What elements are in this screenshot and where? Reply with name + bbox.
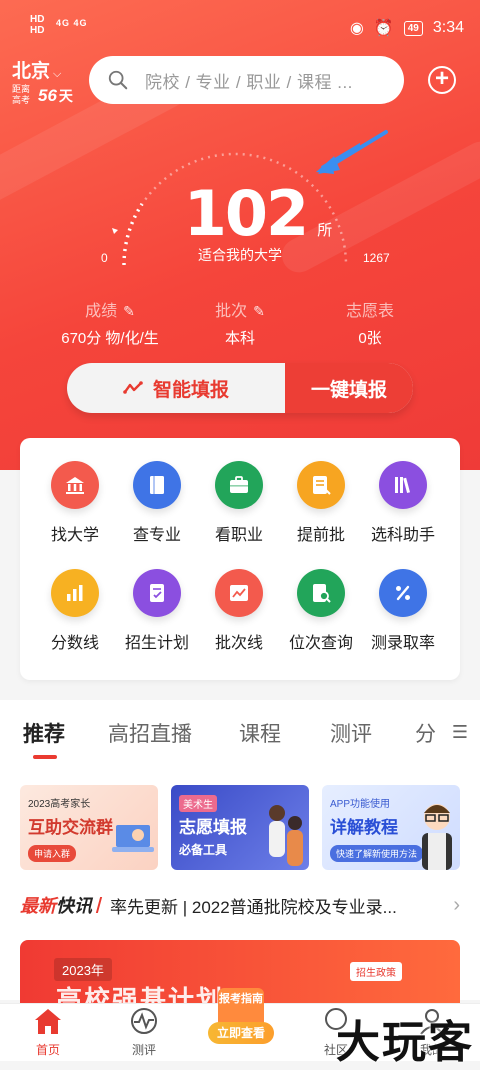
feature-books[interactable]: 选科助手 xyxy=(359,461,447,545)
feature-label: 选科助手 xyxy=(370,527,435,544)
guide-view-button: 立即查看 xyxy=(208,1022,274,1044)
book-icon xyxy=(133,461,181,509)
feature-label: 招生计划 xyxy=(124,635,189,652)
pointer-arrow xyxy=(318,130,388,174)
banner-parents-group[interactable]: 2023高考家长 互助交流群 申请入群 xyxy=(20,785,158,870)
tab-active-indicator xyxy=(33,755,57,759)
trend-icon xyxy=(123,381,143,394)
countdown-label: 距离 高考 xyxy=(12,84,31,105)
university-icon xyxy=(51,461,99,509)
nav-assessment[interactable]: 测评 xyxy=(104,1004,184,1058)
feature-label: 找大学 xyxy=(50,527,99,544)
feed-tabs: 推荐 高招直播 课程 测评 分 xyxy=(0,714,480,764)
search-placeholder: 院校 / 专业 / 职业 / 课程 ... xyxy=(145,72,353,92)
feature-search-doc[interactable]: 位次查询 xyxy=(277,569,365,653)
stat-wishlist-value: 0张 xyxy=(358,330,382,347)
status-right: ◉ ⏰ 49 3:34 xyxy=(350,18,464,38)
news-headline: 率先更新 | 2022普通批院校及专业录... xyxy=(110,897,397,917)
feature-bar-chart[interactable]: 分数线 xyxy=(31,569,119,653)
search-doc-icon xyxy=(297,569,345,617)
pulse-icon xyxy=(131,1008,157,1034)
briefcase-icon xyxy=(215,461,263,509)
add-icon[interactable]: + xyxy=(428,66,456,94)
signal-text: 4G 4G xyxy=(56,18,88,28)
feature-briefcase[interactable]: 看职业 xyxy=(195,461,283,545)
exam-countdown: 距离 高考 56 天 xyxy=(12,84,73,106)
match-unit: 所 xyxy=(317,222,333,239)
menu-icon[interactable]: ☰ xyxy=(452,722,468,743)
boy-illustration xyxy=(422,804,452,870)
one-click-fill-button[interactable]: 一键填报 xyxy=(285,363,413,413)
chevron-down-icon: ⌵ xyxy=(53,68,62,80)
fill-action-bar: 智能填报 一键填报 xyxy=(67,363,413,413)
alarm-icon: ⏰ xyxy=(373,20,394,37)
stat-batch[interactable]: 批次 ✎ 本科 xyxy=(170,297,310,348)
status-bar: HD HD 4G 4G ◉ ⏰ 49 3:34 xyxy=(0,0,480,44)
feature-document[interactable]: 提前批 xyxy=(277,461,365,545)
promo-year: 2023年 xyxy=(54,958,112,981)
feature-label: 测录取率 xyxy=(370,635,435,652)
watermark-logo: 大玩客 xyxy=(336,1018,474,1067)
edit-icon[interactable]: ✎ xyxy=(123,303,135,320)
people-illustration xyxy=(269,805,303,866)
tab-courses[interactable]: 课程 xyxy=(239,718,281,748)
eye-icon: ◉ xyxy=(349,20,364,37)
tab-more[interactable]: 分 xyxy=(415,718,436,748)
stat-batch-value: 本科 xyxy=(224,330,255,347)
feature-label: 看职业 xyxy=(214,527,263,544)
checklist-icon xyxy=(133,569,181,617)
guide-center-button[interactable]: 报考指南 立即查看 xyxy=(208,982,274,1048)
gauge-min: 0 xyxy=(101,251,108,265)
feature-university[interactable]: 找大学 xyxy=(31,461,119,545)
battery-icon: 49 xyxy=(403,20,423,36)
city-name: 北京 xyxy=(12,61,51,82)
document-icon xyxy=(297,461,345,509)
match-subtitle: 适合我的大学 xyxy=(198,247,282,263)
percent-icon xyxy=(379,569,427,617)
smart-fill-button[interactable]: 智能填报 xyxy=(67,363,285,413)
feature-label: 位次查询 xyxy=(288,635,353,652)
tab-recommend[interactable]: 推荐 xyxy=(23,718,65,748)
news-ticker[interactable]: 最新快讯 率先更新 | 2022普通批院校及专业录... › xyxy=(20,890,460,920)
profile-stats: 成绩 ✎ 670分 物/化/生 批次 ✎ 本科 志愿表 0张 xyxy=(0,297,480,347)
chevron-right-icon: › xyxy=(453,893,460,916)
bar-chart-icon xyxy=(51,569,99,617)
banner-app-tutorial[interactable]: APP功能使用 详解教程 快速了解新使用方法 xyxy=(322,785,460,870)
news-divider xyxy=(95,897,103,913)
line-chart-icon xyxy=(215,569,263,617)
feature-book[interactable]: 查专业 xyxy=(113,461,201,545)
match-count: 102 所 xyxy=(0,177,480,250)
guide-label: 报考指南 xyxy=(218,988,264,1024)
status-hd: HD HD xyxy=(30,14,45,36)
feature-label: 查专业 xyxy=(132,527,181,544)
promo-tag: 招生政策 xyxy=(350,962,402,981)
countdown-days: 56 xyxy=(38,86,57,105)
nav-home[interactable]: 首页 xyxy=(8,1004,88,1058)
laptop-illustration xyxy=(112,825,154,852)
clock: 3:34 xyxy=(432,19,464,36)
edit-icon[interactable]: ✎ xyxy=(253,303,265,320)
tab-assessment[interactable]: 测评 xyxy=(330,718,372,748)
feature-percent[interactable]: 测录取率 xyxy=(359,569,447,653)
feature-label: 批次线 xyxy=(214,635,263,652)
books-icon xyxy=(379,461,427,509)
feature-label: 提前批 xyxy=(296,527,345,544)
search-bar[interactable]: 院校 / 专业 / 职业 / 课程 ... xyxy=(89,56,404,104)
city-selector[interactable]: 北京 ⌵ xyxy=(12,56,61,83)
news-logo: 最新快讯 xyxy=(20,896,92,916)
stat-score[interactable]: 成绩 ✎ 670分 物/化/生 xyxy=(40,297,180,348)
stat-score-value: 670分 物/化/生 xyxy=(61,330,159,347)
feature-line-chart[interactable]: 批次线 xyxy=(195,569,283,653)
search-icon xyxy=(108,70,128,90)
feature-checklist[interactable]: 招生计划 xyxy=(113,569,201,653)
feature-label: 分数线 xyxy=(50,635,99,652)
banner-art-student[interactable]: 美术生 志愿填报 必备工具 xyxy=(171,785,309,870)
gauge-max: 1267 xyxy=(363,251,390,265)
home-icon xyxy=(35,1009,61,1034)
tab-live[interactable]: 高招直播 xyxy=(108,718,192,748)
countdown-unit: 天 xyxy=(58,88,73,104)
match-number: 102 xyxy=(183,177,309,250)
stat-wishlist[interactable]: 志愿表 0张 xyxy=(300,297,440,348)
